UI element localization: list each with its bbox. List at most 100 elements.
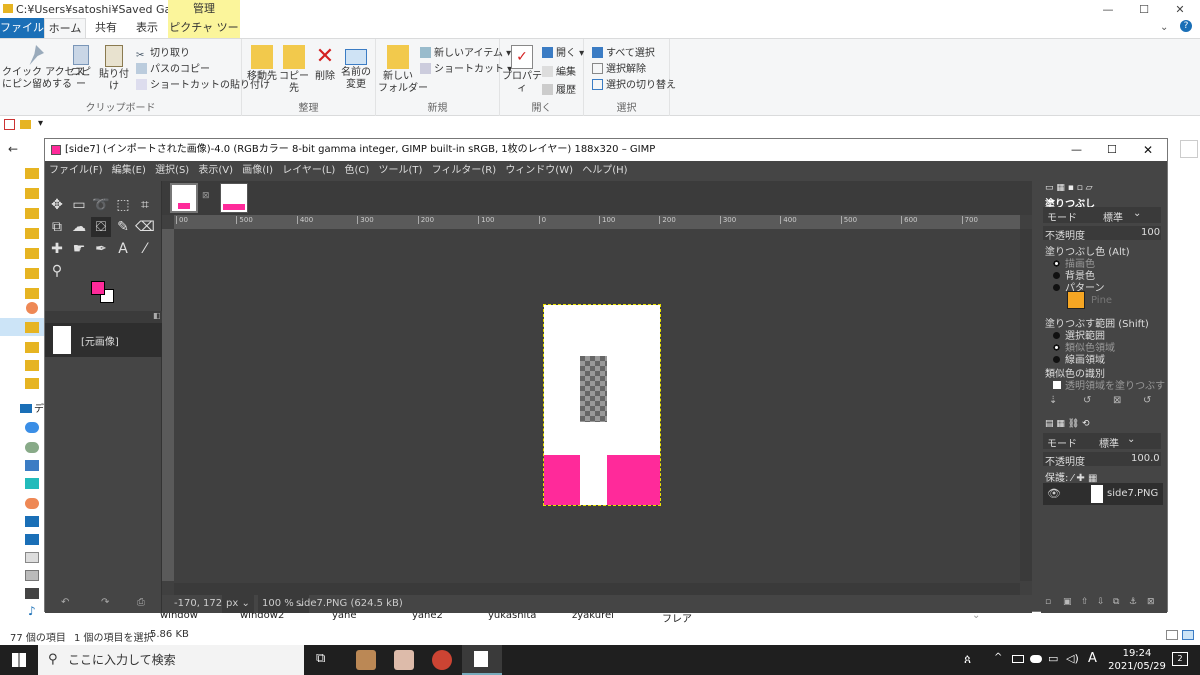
folder-icon[interactable]	[25, 268, 39, 279]
transform-tool-icon[interactable]: ⧉	[47, 217, 67, 237]
details-view-icon[interactable]	[1166, 630, 1178, 640]
text-tool-icon[interactable]: A	[113, 239, 133, 259]
undo-icon[interactable]: ↶	[61, 597, 69, 608]
copy-path-button[interactable]: パスのコピー	[136, 60, 210, 75]
save-options-icon[interactable]: ⇣	[1049, 395, 1057, 406]
foreground-color-swatch[interactable]	[91, 281, 105, 295]
videos-icon[interactable]	[25, 588, 39, 599]
task-view-icon[interactable]: ⧉	[316, 651, 325, 666]
onedrive-icon[interactable]	[25, 422, 39, 433]
image-list-item[interactable]: [元画像]	[45, 323, 162, 357]
rect-select-tool-icon[interactable]: ▭	[69, 195, 89, 215]
canvas-area[interactable]: 00 500 400 300 200 100 0 100 200 300 400 500 600 700	[162, 215, 1032, 595]
select-none-button[interactable]: 選択解除	[592, 60, 646, 75]
minimize-button[interactable]: —	[1090, 1, 1126, 19]
easy-access-button[interactable]: ショートカット ▾	[420, 60, 512, 75]
folder-icon[interactable]	[25, 208, 39, 219]
volume-icon[interactable]: ◁)	[1066, 652, 1079, 665]
menu-tools[interactable]: ツール(T)	[378, 165, 422, 176]
new-folder-qat-icon[interactable]	[20, 120, 31, 129]
network-icon[interactable]: ▭	[1048, 652, 1058, 665]
fuzzy-select-tool-icon[interactable]: ⬚	[113, 195, 133, 215]
taskbar-search[interactable]: ⚲ ここに入力して検索	[38, 645, 304, 675]
tab-share[interactable]: 共有	[86, 18, 126, 38]
crop-tool-icon[interactable]: ⌗	[135, 195, 155, 215]
new-folder-button[interactable]: 新しい フォルダー	[378, 45, 428, 95]
fill-transparent-checkbox[interactable]: 透明領域を塗りつぶす	[1053, 377, 1165, 392]
pattern-swatch[interactable]	[1067, 291, 1085, 309]
rename-button[interactable]: 名前の 変更	[340, 45, 372, 91]
smudge-tool-icon[interactable]: ☛	[69, 239, 89, 259]
people-icon[interactable]: ጰ	[964, 652, 971, 667]
menu-edit[interactable]: 編集(E)	[112, 165, 146, 176]
zoom-tool-icon[interactable]: ⚲	[47, 261, 67, 281]
ime-indicator[interactable]: A	[1088, 651, 1097, 666]
gimp-minimize-button[interactable]: —	[1071, 139, 1082, 161]
move-to-button[interactable]: 移動先	[246, 45, 278, 83]
close-button[interactable]: ✕	[1162, 1, 1198, 19]
show-hidden-icons[interactable]: ^	[994, 652, 1002, 663]
folder-icon[interactable]	[25, 228, 39, 239]
app-icon[interactable]	[26, 302, 38, 314]
maximize-button[interactable]: ☐	[1126, 1, 1162, 19]
reset-options-icon[interactable]: ↺	[1143, 395, 1151, 406]
heal-tool-icon[interactable]: ✚	[47, 239, 67, 259]
help-icon[interactable]: ?	[1180, 20, 1192, 32]
dock-tab-icons[interactable]: ▭ ▦ ▪ ▫ ▱	[1045, 183, 1093, 193]
tab-file[interactable]: ファイル	[0, 18, 44, 38]
warp-tool-icon[interactable]: ☁	[69, 217, 89, 237]
paintbrush-tool-icon[interactable]: ✎	[113, 217, 133, 237]
properties-check-icon[interactable]	[4, 119, 15, 130]
app-icon[interactable]	[356, 650, 376, 670]
print-icon[interactable]: ⎙	[137, 597, 145, 608]
notification-icon[interactable]: 2	[1172, 652, 1188, 666]
gimp-maximize-button[interactable]: ☐	[1107, 139, 1117, 161]
menu-filters[interactable]: フィルター(R)	[432, 165, 497, 176]
move-tool-icon[interactable]: ✥	[47, 195, 67, 215]
select-all-button[interactable]: すべて選択	[592, 44, 655, 59]
radio-area-line[interactable]: 線画領域	[1053, 351, 1105, 366]
folder-icon[interactable]	[25, 288, 39, 299]
duplicate-layer-icon[interactable]: ⧉	[1113, 597, 1119, 607]
menu-layer[interactable]: レイヤー(L)	[282, 165, 335, 176]
folder-icon[interactable]	[25, 342, 39, 353]
horizontal-scrollbar[interactable]	[174, 583, 1020, 595]
layer-mode-select[interactable]: モード 標準 ⌄	[1043, 433, 1161, 450]
onedrive-icon[interactable]	[1030, 655, 1042, 663]
image-tab-other[interactable]	[220, 183, 248, 213]
vertical-scrollbar[interactable]	[1020, 229, 1032, 581]
delete-layer-icon[interactable]: ⊠	[1147, 597, 1155, 607]
gimp-close-button[interactable]: ✕	[1143, 139, 1153, 161]
menu-view[interactable]: 表示(V)	[198, 165, 233, 176]
folder-icon[interactable]	[25, 188, 39, 199]
cut-button[interactable]: ✂ 切り取り	[136, 44, 190, 61]
anchor-layer-icon[interactable]: ⚓	[1129, 597, 1137, 607]
raise-layer-icon[interactable]: ⇧	[1081, 597, 1089, 607]
eye-visibility-icon[interactable]: 👁	[1047, 487, 1061, 500]
windows-start-icon[interactable]	[12, 653, 26, 667]
history-button[interactable]: 履歴	[542, 81, 576, 96]
folder-icon[interactable]	[25, 378, 39, 389]
app-icon[interactable]	[394, 650, 414, 670]
clock[interactable]: 19:24 2021/05/29	[1108, 647, 1166, 673]
user-icon[interactable]	[25, 442, 39, 453]
folder-icon[interactable]	[25, 360, 39, 371]
copy-to-button[interactable]: コピー先	[278, 45, 310, 95]
redo-icon[interactable]: ↷	[101, 597, 109, 608]
folder-icon[interactable]	[25, 322, 39, 333]
lower-layer-icon[interactable]: ⇩	[1097, 597, 1105, 607]
menu-colors[interactable]: 色(C)	[344, 165, 369, 176]
folder-icon[interactable]	[25, 248, 39, 259]
menu-select[interactable]: 選択(S)	[155, 165, 189, 176]
ribbon-expand-icon[interactable]: ⌄	[1160, 22, 1168, 33]
app-icon[interactable]	[25, 498, 39, 509]
layer-group-icon[interactable]: ▣	[1063, 597, 1072, 607]
lasso-tool-icon[interactable]: ➰	[91, 195, 111, 215]
properties-button[interactable]: ✓ プロパティ	[502, 45, 542, 95]
tab-home[interactable]: ホーム	[44, 18, 86, 38]
app-icon[interactable]	[432, 650, 452, 670]
tab-view[interactable]: 表示	[126, 18, 168, 38]
pictures-icon[interactable]	[25, 570, 39, 581]
paste-button[interactable]: 貼り付け	[96, 45, 132, 93]
delete-options-icon[interactable]: ⊠	[1113, 395, 1121, 406]
